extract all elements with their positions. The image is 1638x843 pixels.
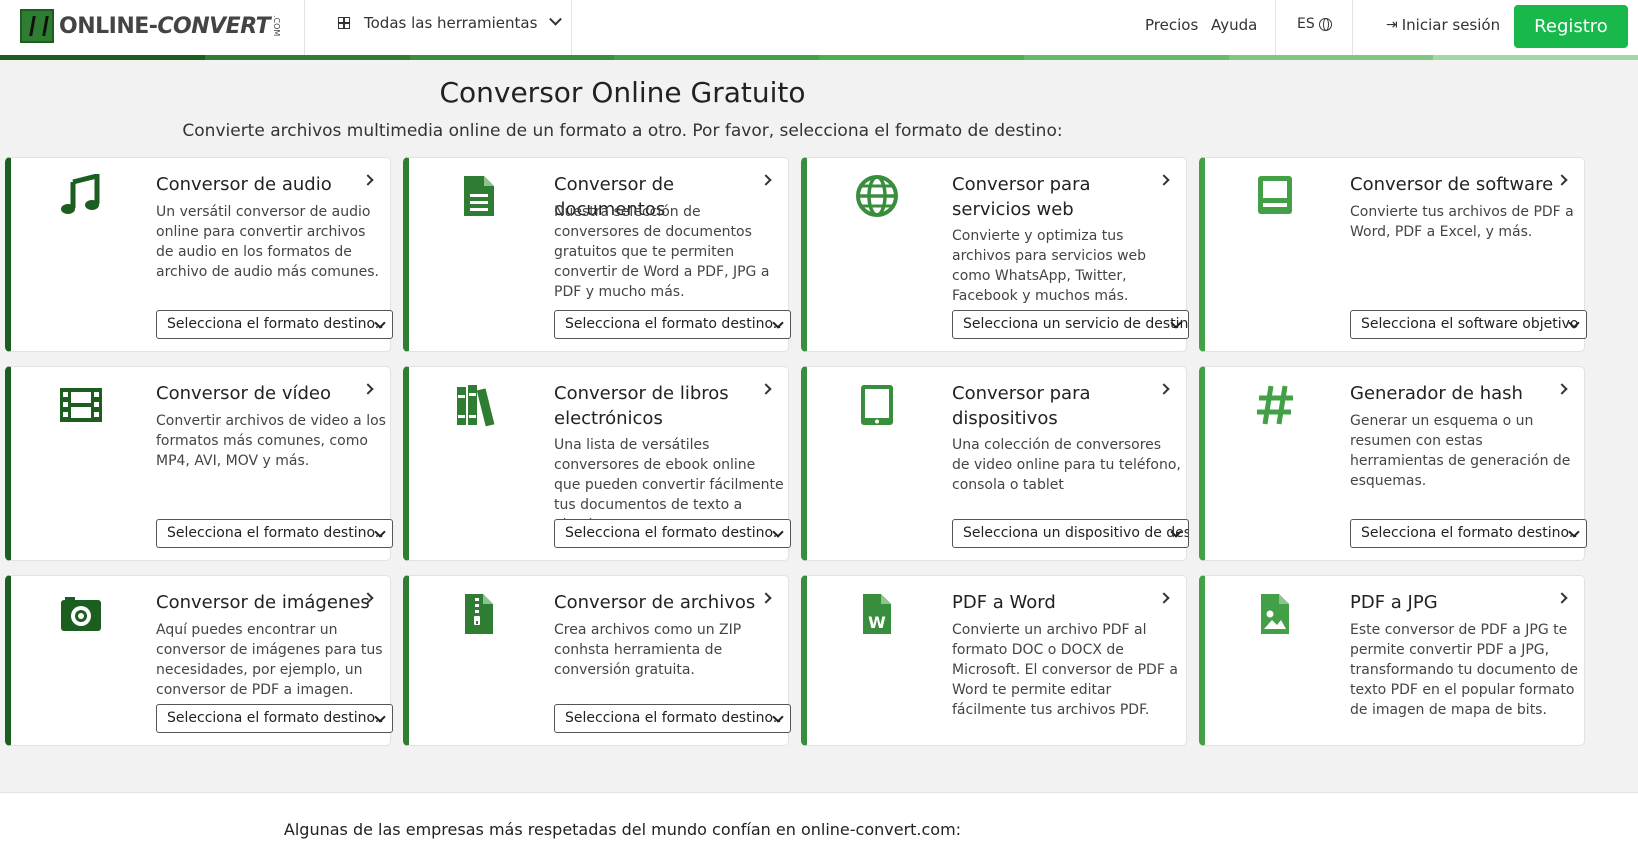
login-label: Iniciar sesión <box>1401 16 1501 34</box>
globe-icon <box>853 172 901 220</box>
card-description: Convierte y optimiza tus archivos para s… <box>952 228 1147 304</box>
card-title: Conversor de libros electrónicos <box>554 383 729 429</box>
stripe-segment <box>614 55 819 60</box>
stripe-segment <box>204 55 410 60</box>
chevron-down-icon <box>549 12 563 26</box>
converter-card[interactable]: Conversor de audio Un versátil conversor … <box>5 157 393 352</box>
trust-text: Algunas de las empresas más respetadas d… <box>283 820 962 839</box>
converter-card[interactable]: Conversor de imágenes Aquí puedes encontr… <box>5 575 393 746</box>
target-format-select[interactable]: Selecciona un dispositivo de destino <box>952 519 1189 548</box>
language-selector[interactable]: ES <box>1297 16 1332 32</box>
card-description: Aquí puedes encontrar un conversor de im… <box>156 622 383 698</box>
target-format-select[interactable]: Selecciona el formato destino.. <box>554 704 791 733</box>
card-description: Convierte un archivo PDF al formato DOC … <box>952 622 1178 718</box>
sign-in-icon: ⇥ <box>1386 17 1398 33</box>
camera-icon <box>57 590 105 638</box>
pricing-link[interactable]: Precios <box>1145 16 1198 34</box>
top-navbar: ONLINE-CONVERT .COM Todas las herramient… <box>0 0 1638 55</box>
converter-card[interactable]: Conversor de libros electrónicos Una list… <box>403 366 791 561</box>
converter-card[interactable]: PDF a JPG Este conversor de PDF a JPG te … <box>1199 575 1585 746</box>
card-description: Este conversor de PDF a JPG te permite c… <box>1350 622 1578 718</box>
stripe-segment <box>819 55 1024 60</box>
converter-card[interactable]: Conversor de archivos Crea archivos como … <box>403 575 791 746</box>
converter-card[interactable]: W PDF a Word Convierte un archivo PDF al f… <box>801 575 1187 746</box>
computer-icon <box>1251 172 1299 220</box>
converter-card[interactable]: Conversor de software Convierte tus archi… <box>1199 157 1587 352</box>
stripe-segment <box>0 55 205 60</box>
globe-icon <box>1318 17 1332 31</box>
document-icon <box>455 172 503 220</box>
card-description: Un versátil conversor de audio online pa… <box>156 204 379 280</box>
converter-card[interactable]: Conversor de vídeo Convertir archivos de … <box>5 366 393 561</box>
card-description: Convertir archivos de video a los format… <box>156 413 386 469</box>
card-description: Crea archivos como un ZIP conhsta herram… <box>554 622 742 678</box>
target-format-select[interactable]: Selecciona el formato destino. <box>554 519 791 548</box>
stripe-segment <box>409 55 615 60</box>
target-format-select[interactable]: Selecciona el formato destino.. <box>156 310 393 339</box>
target-format-select[interactable]: Selecciona un servicio de destino <box>952 310 1189 339</box>
converter-card[interactable]: Conversor de documentos Nuestra selección… <box>403 157 791 352</box>
card-title: PDF a JPG <box>1350 592 1438 613</box>
card-title: Generador de hash <box>1350 383 1523 404</box>
login-link[interactable]: ⇥ Iniciar sesión <box>1386 16 1500 34</box>
card-title: Conversor para servicios web <box>952 174 1091 220</box>
stripe-segment <box>1433 55 1638 60</box>
card-title: Conversor para dispositivos <box>952 383 1091 429</box>
color-stripe <box>0 55 1638 60</box>
stripe-segment <box>1023 55 1229 60</box>
logo[interactable]: ONLINE-CONVERT .COM <box>20 8 281 44</box>
converter-card[interactable]: Generador de hash Generar un esquema o un… <box>1199 366 1587 561</box>
divider <box>1352 0 1353 55</box>
language-code: ES <box>1297 16 1315 32</box>
register-button[interactable]: Registro <box>1514 5 1628 48</box>
target-format-select[interactable]: Selecciona el formato destino.. <box>554 310 791 339</box>
target-format-select[interactable]: Selecciona el formato destino.. <box>1350 519 1587 548</box>
logo-text: ONLINE-CONVERT <box>59 13 271 39</box>
divider <box>304 0 305 55</box>
card-description: Una colección de conversores de video on… <box>952 437 1181 493</box>
grid-icon <box>338 17 350 29</box>
target-format-select[interactable]: Selecciona el formato destino.. <box>156 704 393 733</box>
card-title: Conversor de imágenes <box>156 592 370 613</box>
target-format-select[interactable]: Selecciona el software objetivo <box>1350 310 1587 339</box>
help-link[interactable]: Ayuda <box>1211 16 1257 34</box>
card-title: Conversor de archivos <box>554 592 756 613</box>
divider <box>571 0 572 55</box>
svg-text:W: W <box>868 613 886 632</box>
card-title: Conversor de software <box>1350 174 1554 195</box>
image-file-icon <box>1251 590 1299 638</box>
hash-icon <box>1251 381 1299 429</box>
target-format-select[interactable]: Selecciona el formato destino.. <box>156 519 393 548</box>
converter-card[interactable]: Conversor para servicios web Convierte y … <box>801 157 1189 352</box>
converter-card[interactable]: Conversor para dispositivos Una colección… <box>801 366 1189 561</box>
card-title: Conversor de vídeo <box>156 383 332 404</box>
all-tools-label: Todas las herramientas <box>364 14 538 32</box>
card-description: Nuestra selección de conversores de docu… <box>554 204 770 300</box>
stripe-segment <box>1228 55 1434 60</box>
tablet-icon <box>853 381 901 429</box>
books-icon <box>455 381 503 429</box>
word-file-icon: W <box>853 590 901 638</box>
page-title: Conversor Online Gratuito <box>439 76 806 109</box>
card-title: PDF a Word <box>952 592 1056 613</box>
card-description: Generar un esquema o un resumen con esta… <box>1350 413 1571 489</box>
card-description: Convierte tus archivos de PDF a Word, PD… <box>1350 204 1574 240</box>
all-tools-dropdown[interactable]: Todas las herramientas <box>338 12 563 32</box>
page-subtitle: Convierte archivos multimedia online de … <box>182 121 1063 141</box>
logo-icon <box>20 9 54 43</box>
logo-com: .COM <box>272 15 282 37</box>
card-title: Conversor de audio <box>156 174 332 195</box>
music-note-icon <box>57 172 105 220</box>
zip-file-icon <box>455 590 503 638</box>
film-icon <box>57 381 105 429</box>
divider <box>1275 0 1276 55</box>
